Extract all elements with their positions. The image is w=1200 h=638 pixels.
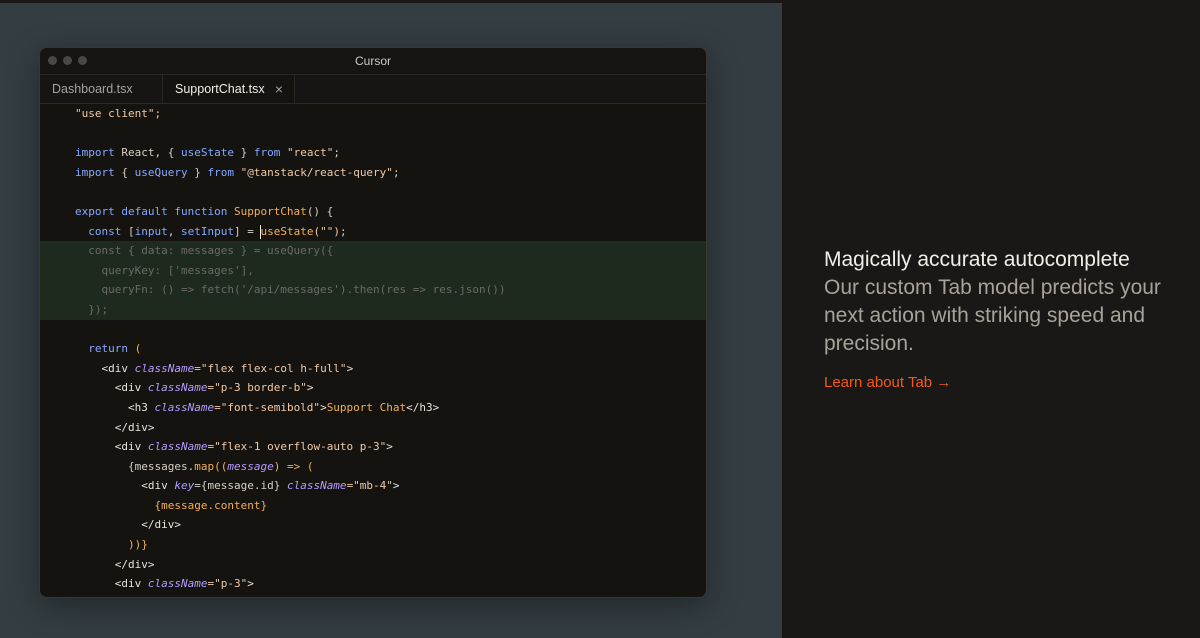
tab-label: Dashboard.tsx [52, 82, 133, 96]
code-line: <div key={message.id} className="mb-4"> [141, 479, 400, 493]
learn-about-tab-link[interactable]: Learn about Tab → [824, 374, 951, 391]
code-line: {message.content} [154, 498, 268, 512]
tab-label: SupportChat.tsx [175, 82, 265, 96]
code-line: "use client"; [75, 107, 162, 120]
code-line: {messages.map((message) => ( [127, 459, 314, 473]
feature-heading: Magically accurate autocomplete [824, 248, 1130, 271]
window-title: Cursor [354, 54, 391, 68]
editor-tabs: Dashboard.tsx SupportChat.tsx × [40, 75, 706, 104]
autocomplete-suggestion-line: }); [40, 299, 706, 320]
code-line: return ( [88, 342, 142, 356]
editor-window: Cursor Dashboard.tsx SupportChat.tsx × "u… [39, 47, 707, 598]
autocomplete-suggestion-line: queryFn: () => fetch('/api/messages').th… [40, 280, 706, 300]
title-bar: Cursor [40, 48, 706, 75]
code-line: <div className="p-3"> [114, 577, 254, 591]
close-tab-icon[interactable]: × [275, 75, 283, 103]
code-line: </div> [114, 420, 155, 434]
code-line: <div className="p-3 border-b"> [114, 381, 314, 395]
autocomplete-suggestion-line: const { data: messages } = useQuery({ [40, 241, 706, 261]
tab-supportchat[interactable]: SupportChat.tsx × [163, 75, 295, 103]
code-line: <h3 className="font-semibold">Support Ch… [127, 400, 440, 414]
code-line: </div> [114, 557, 155, 571]
code-line: <div className="flex flex-col h-full"> [101, 361, 354, 375]
preview-stage: Cursor Dashboard.tsx SupportChat.tsx × "u… [0, 3, 782, 638]
autocomplete-suggestion-line: queryKey: ['messages'], [40, 260, 706, 281]
code-line: import React, { useState } from "react"; [75, 146, 340, 160]
code-line: </div> [141, 518, 181, 532]
code-editor[interactable]: "use client"; import React, { useState }… [40, 104, 706, 597]
code-line: ))} [127, 538, 148, 552]
code-line: const [input, setInput] = useState(""); [88, 224, 347, 239]
code-line: <div className="flex-1 overflow-auto p-3… [114, 440, 393, 454]
feature-text: Our custom Tab model predicts your next … [824, 276, 1161, 355]
tab-dashboard[interactable]: Dashboard.tsx [40, 75, 163, 103]
feature-description: Magically accurate autocomplete Our cust… [824, 246, 1184, 392]
code-line: import { useQuery } from "@tanstack/reac… [75, 165, 400, 179]
code-line: export default function SupportChat() { [75, 204, 334, 218]
